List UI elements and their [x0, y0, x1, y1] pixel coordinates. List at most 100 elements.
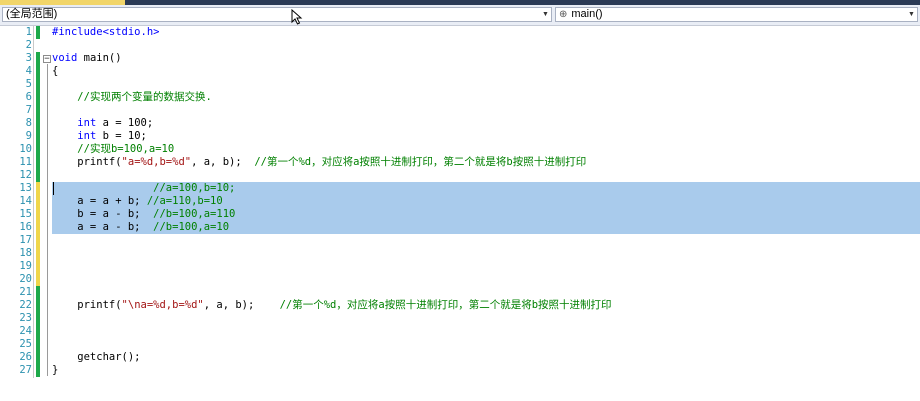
line-number: 17: [19, 234, 32, 246]
line-number: 18: [19, 247, 32, 259]
code-token: , a, b);: [191, 156, 255, 168]
code-line[interactable]: 22 printf("\na=%d,b=%d", a, b); //第一个%d，…: [0, 299, 920, 312]
code-comment: //b=100,a=10: [153, 221, 230, 233]
code-line[interactable]: 14 a = a + b; //a=110,b=10: [0, 195, 920, 208]
code-line[interactable]: 1 #include<stdio.h>: [0, 26, 920, 39]
function-icon: ⊕: [559, 9, 568, 20]
code-comment: //第一个%d，对应将a按照十进制打印，第二个就是将b按照十进制打印: [254, 156, 587, 168]
code-text: printf("\na=%d,b=%d", a, b); //第一个%d，对应将…: [52, 299, 612, 312]
code-text: #include<stdio.h>: [52, 26, 159, 39]
code-line[interactable]: 13 //a=100,b=10;: [0, 182, 920, 195]
chevron-down-icon[interactable]: ▼: [541, 9, 550, 20]
line-number: 12: [19, 169, 32, 181]
code-text: //实现两个变量的数据交换.: [52, 91, 212, 104]
code-line[interactable]: 3 void main(): [0, 52, 920, 65]
code-text: a = a + b; //a=110,b=10: [52, 195, 223, 208]
code-comment: //实现b=100,a=10: [77, 143, 175, 155]
code-token: }: [52, 364, 59, 376]
code-line[interactable]: 23: [0, 312, 920, 325]
code-token: {: [52, 65, 59, 77]
code-line[interactable]: 17: [0, 234, 920, 247]
code-line[interactable]: 21: [0, 286, 920, 299]
code-line[interactable]: 9 int b = 10;: [0, 130, 920, 143]
code-line[interactable]: 6 //实现两个变量的数据交换.: [0, 91, 920, 104]
line-number: 20: [19, 273, 32, 285]
code-text: int b = 10;: [52, 130, 147, 143]
code-line[interactable]: 4{: [0, 65, 920, 78]
code-line[interactable]: 20: [0, 273, 920, 286]
code-line[interactable]: 12: [0, 169, 920, 182]
code-text: a = a - b; //b=100,a=10: [52, 221, 229, 234]
code-string: "a=%d,b=%d": [121, 156, 192, 168]
code-comment: //a=100,b=10;: [153, 182, 236, 194]
code-line[interactable]: 16 a = a - b; //b=100,a=10: [0, 221, 920, 234]
line-number: 16: [19, 221, 32, 233]
code-editor[interactable]: − 1 #include<stdio.h> 2 3 void main() 4{5 6 //…: [0, 26, 920, 401]
line-number: 1: [25, 26, 32, 38]
line-number: 6: [25, 91, 32, 103]
line-number: 9: [25, 130, 32, 142]
code-line[interactable]: 18: [0, 247, 920, 260]
code-text: void main(): [52, 52, 122, 65]
code-line[interactable]: 2: [0, 39, 920, 52]
code-line[interactable]: 19: [0, 260, 920, 273]
member-dropdown-value: main(): [571, 8, 603, 20]
code-token: getchar();: [52, 351, 141, 363]
code-text: getchar();: [52, 351, 141, 364]
code-line[interactable]: 10 //实现b=100,a=10: [0, 143, 920, 156]
line-number: 22: [19, 299, 32, 311]
line-number: 7: [25, 104, 32, 116]
code-keyword: void: [52, 52, 78, 64]
code-token: b = 10;: [96, 130, 147, 142]
code-comment: //第一个%d，对应将a按照十进制打印，第二个就是将b按照十进制打印: [279, 299, 612, 311]
code-comment: //b=100,a=110: [153, 208, 236, 220]
code-text: b = a - b; //b=100,a=110: [52, 208, 235, 221]
line-number: 10: [19, 143, 32, 155]
member-dropdown[interactable]: ⊕ main() ▼: [555, 7, 918, 22]
code-token: main(): [77, 52, 122, 64]
code-token: a = a - b;: [52, 221, 154, 233]
scope-dropdown[interactable]: (全局范围) ▼: [2, 7, 552, 22]
line-number: 2: [25, 39, 32, 51]
line-number: 3: [25, 52, 32, 64]
code-text: {: [52, 65, 58, 78]
code-keyword: #include<stdio.h>: [52, 26, 160, 38]
line-number: 23: [19, 312, 32, 324]
code-line[interactable]: 26 getchar();: [0, 351, 920, 364]
code-comment: //a=110,b=10: [146, 195, 223, 207]
code-text: //实现b=100,a=10: [52, 143, 174, 156]
line-number: 25: [19, 338, 32, 350]
line-number: 8: [25, 117, 32, 129]
code-comment: //实现两个变量的数据交换.: [77, 91, 212, 103]
navigation-bar: (全局范围) ▼ ⊕ main() ▼: [0, 5, 920, 26]
code-line[interactable]: 5: [0, 78, 920, 91]
code-line[interactable]: 15 b = a - b; //b=100,a=110: [0, 208, 920, 221]
line-number: 19: [19, 260, 32, 272]
code-line[interactable]: 8 int a = 100;: [0, 117, 920, 130]
line-number: 14: [19, 195, 32, 207]
line-number: 5: [25, 78, 32, 90]
line-number: 11: [19, 156, 32, 168]
line-number: 27: [19, 364, 32, 376]
chevron-down-icon[interactable]: ▼: [907, 9, 916, 20]
code-line[interactable]: 11 printf("a=%d,b=%d", a, b); //第一个%d，对应…: [0, 156, 920, 169]
code-line[interactable]: 25: [0, 338, 920, 351]
mouse-pointer-icon: [291, 9, 303, 25]
code-line[interactable]: 27}: [0, 364, 920, 377]
code-line[interactable]: 24: [0, 325, 920, 338]
code-text: }: [52, 364, 58, 377]
code-token: a = a + b;: [52, 195, 147, 207]
line-number: 24: [19, 325, 32, 337]
line-number: 21: [19, 286, 32, 298]
code-text: //a=100,b=10;: [52, 182, 235, 195]
code-keyword: int: [77, 117, 97, 129]
code-token: , a, b);: [203, 299, 280, 311]
code-text: int a = 100;: [52, 117, 153, 130]
code-line[interactable]: 7: [0, 104, 920, 117]
line-number: 4: [25, 65, 32, 77]
